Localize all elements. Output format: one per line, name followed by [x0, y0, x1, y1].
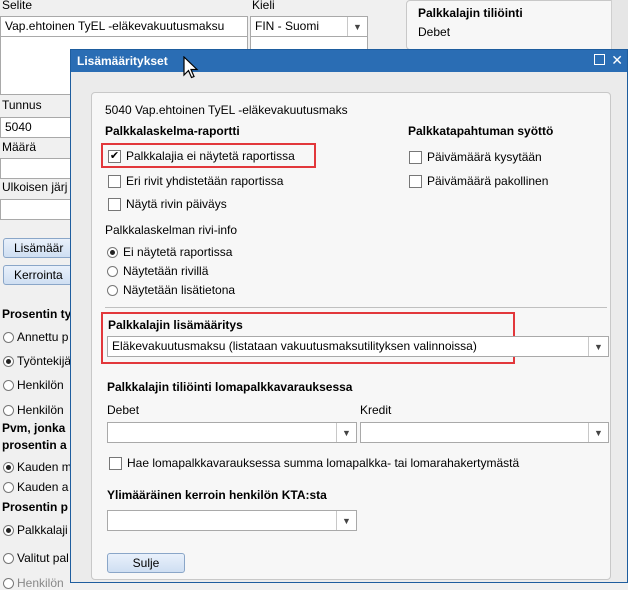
rowinfo-label: Palkkalaskelman rivi-info	[105, 223, 238, 237]
radio-row[interactable]	[107, 266, 118, 277]
annettu-radio[interactable]	[3, 332, 14, 343]
accounting-section-title: Palkkalajin tiliöinti lomapalkkavaraukse…	[107, 380, 353, 394]
definition-section-title: Palkkalajin lisämääritys	[108, 318, 243, 332]
henkilon3-label: Henkilön	[17, 576, 64, 590]
right-debet-label: Debet	[418, 25, 451, 39]
date-checkbox-label: Näytä rivin päiväys	[126, 197, 227, 211]
henkilon2-radio[interactable]	[3, 405, 14, 416]
req-date-label: Päivämäärä pakollinen	[427, 174, 549, 188]
mouse-cursor-icon	[183, 56, 199, 79]
debet-label: Debet	[107, 403, 140, 417]
chevron-down-icon: ▼	[588, 337, 608, 356]
annettu-label: Annettu p	[17, 330, 69, 344]
tunnus-input[interactable]: 5040	[0, 117, 72, 138]
radio-hidden-label: Ei näytetä raportissa	[123, 245, 233, 259]
section-divider	[105, 307, 607, 308]
close-button[interactable]: Sulje	[107, 553, 185, 573]
kta-select[interactable]: ▼	[107, 510, 357, 531]
valitut-label: Valitut pal	[17, 551, 69, 565]
maara-label: Määrä	[2, 140, 37, 154]
close-icon[interactable]: ✕	[611, 52, 623, 69]
kauden-m-radio[interactable]	[3, 462, 14, 473]
ask-date-checkbox[interactable]	[409, 151, 422, 164]
report-section-title: Palkkalaskelma-raportti	[105, 124, 240, 138]
hidden-checkbox[interactable]: ✔	[108, 150, 121, 163]
chevron-down-icon: ▼	[336, 511, 356, 530]
maximize-icon[interactable]	[594, 54, 605, 65]
prosentin-a-label: prosentin a	[2, 438, 67, 452]
tunnus-label: Tunnus	[2, 98, 42, 112]
prosentin-p-label: Prosentin p	[2, 500, 69, 514]
kauden-m-label: Kauden m	[17, 460, 72, 474]
rows-checkbox-label: Eri rivit yhdistetään raportissa	[126, 174, 284, 188]
holiday-checkbox[interactable]	[109, 457, 122, 470]
kieli-value: FIN - Suomi	[255, 19, 320, 33]
radio-extra-label: Näytetään lisätietona	[123, 283, 236, 297]
dialog-heading: 5040 Vap.ehtoinen TyEL -eläkevakuutusmak…	[105, 103, 348, 117]
right-group-title: Palkkalajin tiliöinti	[418, 6, 523, 20]
event-section-title: Palkkatapahtuman syöttö	[408, 124, 554, 138]
holiday-checkbox-label: Hae lomapalkkavarauksessa summa lomapalk…	[127, 456, 520, 470]
kredit-select[interactable]: ▼	[360, 422, 609, 443]
radio-hidden[interactable]	[107, 247, 118, 258]
kieli-label: Kieli	[252, 0, 275, 12]
date-checkbox[interactable]	[108, 198, 121, 211]
selite-label: Selite	[2, 0, 33, 12]
henkilon3-radio[interactable]	[3, 578, 14, 589]
valitut-radio[interactable]	[3, 553, 14, 564]
henkilon1-label: Henkilön	[17, 378, 64, 392]
ulkoisen-input[interactable]	[0, 199, 72, 220]
dialog-title: Lisämääritykset	[77, 54, 168, 68]
palkkalaji-radio[interactable]	[3, 525, 14, 536]
chevron-down-icon: ▼	[588, 423, 608, 442]
pvm-jonka-label: Pvm, jonka	[2, 421, 66, 435]
henkilon1-radio[interactable]	[3, 380, 14, 391]
ask-date-label: Päivämäärä kysytään	[427, 150, 542, 164]
chevron-down-icon: ▼	[347, 17, 367, 36]
kredit-label: Kredit	[360, 403, 392, 417]
prosentin-ty-label: Prosentin ty	[2, 307, 72, 321]
kieli-select[interactable]: FIN - Suomi ▼	[250, 16, 368, 37]
definition-select[interactable]: Eläkevakuutusmaksu (listataan vakuutusma…	[107, 336, 609, 357]
kta-section-title: Ylimääräinen kerroin henkilön KTA:sta	[107, 488, 327, 502]
kauden-a-label: Kauden a	[17, 480, 69, 494]
lisamaaritykset-dialog: Lisämääritykset ✕ 5040 Vap.ehtoinen TyEL…	[70, 49, 628, 583]
henkilon2-label: Henkilön	[17, 403, 64, 417]
palkkalaji-label: Palkkalaji	[17, 523, 68, 537]
maara-input[interactable]	[0, 158, 72, 179]
selite-input[interactable]: Vap.ehtoinen TyEL -eläkevakuutusmaksu	[0, 16, 248, 37]
req-date-checkbox[interactable]	[409, 175, 422, 188]
radio-extra[interactable]	[107, 285, 118, 296]
tyontekija-label: Työntekijä	[17, 354, 72, 368]
hidden-checkbox-label: Palkkalajia ei näytetä raportissa	[126, 149, 295, 163]
tyontekija-radio[interactable]	[3, 356, 14, 367]
dialog-title-bar[interactable]: Lisämääritykset ✕	[71, 50, 627, 72]
kauden-a-radio[interactable]	[3, 482, 14, 493]
debet-select[interactable]: ▼	[107, 422, 357, 443]
rows-checkbox[interactable]	[108, 175, 121, 188]
definition-value: Eläkevakuutusmaksu (listataan vakuutusma…	[112, 339, 477, 353]
radio-row-label: Näytetään rivillä	[123, 264, 209, 278]
ulkoisen-label: Ulkoisen järj	[2, 180, 68, 194]
chevron-down-icon: ▼	[336, 423, 356, 442]
